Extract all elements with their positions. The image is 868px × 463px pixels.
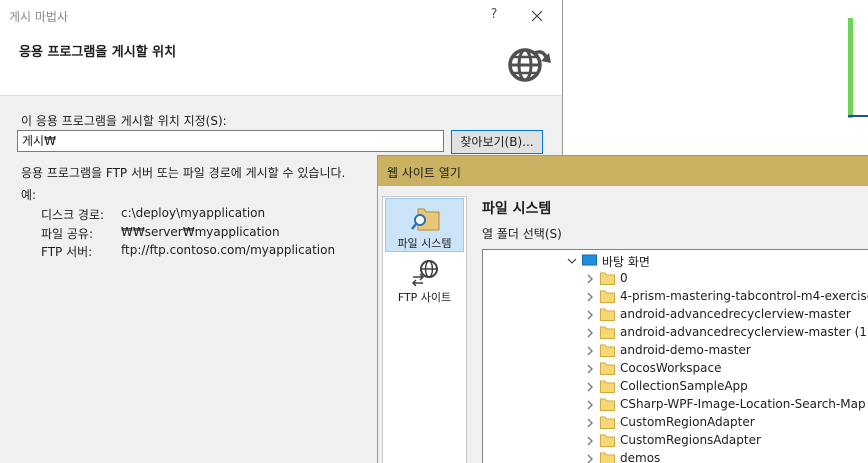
dialog-title: 웹 사이트 열기 [387, 166, 461, 180]
side-item-label: 파일 시스템 [397, 237, 452, 250]
example-value-disk: c:\deploy\myapplication [121, 206, 266, 220]
tree-item-label: 바탕 화면 [602, 255, 650, 269]
side-item-ftp-site[interactable]: FTP 사이트 [385, 253, 464, 307]
chevron-right-icon[interactable] [584, 453, 596, 463]
wizard-title-bar: 게시 마법사 ? [0, 0, 562, 31]
folder-search-icon [410, 205, 442, 233]
wizard-header: 응용 프로그램을 게시할 위치 [0, 31, 562, 96]
chevron-right-icon[interactable] [584, 327, 596, 339]
folder-icon [600, 434, 615, 447]
folder-icon [600, 272, 615, 285]
help-button[interactable]: ? [484, 5, 504, 25]
example-value-share: ₩₩server₩myapplication [121, 225, 280, 239]
tree-item-folder[interactable]: CSharp-WPF-Image-Location-Search-Map [483, 396, 868, 414]
folder-icon [600, 362, 615, 375]
folder-icon [600, 308, 615, 321]
chevron-right-icon[interactable] [584, 417, 596, 429]
tree-item-folder[interactable]: demos [483, 450, 868, 463]
example-label-share: 파일 공유: [41, 227, 94, 241]
tree-item-label: CocosWorkspace [620, 361, 722, 375]
page-title: 응용 프로그램을 게시할 위치 [19, 45, 177, 60]
dialog-title-bar: 웹 사이트 열기 [378, 156, 868, 186]
tree-item-label: CustomRegionsAdapter [620, 433, 761, 447]
folder-icon [600, 344, 615, 357]
tree-item-label: CSharp-WPF-Image-Location-Search-Map [620, 397, 866, 411]
select-folder-label: 열 폴더 선택(S) [482, 227, 562, 241]
tree-item-folder[interactable]: android-advancedrecyclerview-master (1) [483, 324, 868, 342]
target-location-label: 이 응용 프로그램을 게시할 위치 지정(S): [21, 114, 227, 128]
tree-item-label: 4-prism-mastering-tabcontrol-m4-exercise… [620, 289, 868, 303]
side-item-file-system[interactable]: 파일 시스템 [385, 198, 464, 252]
background-blue-line [848, 115, 868, 117]
tree-item-label: CollectionSampleApp [620, 379, 748, 393]
chevron-down-icon[interactable] [566, 255, 578, 267]
tree-root-desktop[interactable]: 바탕 화면 [483, 252, 868, 270]
tree-item-label: android-advancedrecyclerview-master [620, 307, 851, 321]
folder-icon [600, 326, 615, 339]
browse-button[interactable]: 찾아보기(B)... [451, 130, 543, 154]
chevron-right-icon[interactable] [584, 399, 596, 411]
folder-icon [600, 452, 615, 463]
close-icon[interactable] [526, 5, 548, 27]
tree-item-label: android-advancedrecyclerview-master (1) [620, 325, 868, 339]
folder-icon [600, 398, 615, 411]
example-label-ftp: FTP 서버: [41, 245, 93, 259]
folder-icon [600, 290, 615, 303]
tree-item-label: 0 [620, 271, 628, 285]
chevron-right-icon[interactable] [584, 345, 596, 357]
background-green-bar [848, 18, 853, 118]
tree-item-folder[interactable]: android-advancedrecyclerview-master [483, 306, 868, 324]
info-text: 응용 프로그램을 FTP 서버 또는 파일 경로에 게시할 수 있습니다. [21, 166, 346, 180]
example-label-disk: 디스크 경로: [41, 208, 105, 222]
chevron-right-icon[interactable] [584, 381, 596, 393]
tree-item-folder[interactable]: 0 [483, 270, 868, 288]
folder-icon [600, 416, 615, 429]
wizard-title: 게시 마법사 [9, 10, 69, 24]
tree-item-folder[interactable]: CustomRegionAdapter [483, 414, 868, 432]
chevron-right-icon[interactable] [584, 291, 596, 303]
tree-item-label: CustomRegionAdapter [620, 415, 755, 429]
tree-item-folder[interactable]: android-demo-master [483, 342, 868, 360]
folder-tree[interactable]: 바탕 화면 0 4-prism-mastering-tabcontrol-m4-ex… [482, 249, 868, 463]
target-location-input[interactable]: 게시₩ [17, 130, 444, 152]
desktop-icon [582, 254, 597, 267]
chevron-right-icon[interactable] [584, 435, 596, 447]
tree-item-label: android-demo-master [620, 343, 751, 357]
tree-item-folder[interactable]: CocosWorkspace [483, 360, 868, 378]
chevron-right-icon[interactable] [584, 273, 596, 285]
location-side-panel: 파일 시스템 FTP 사이트 [382, 196, 467, 463]
tree-item-folder[interactable]: CollectionSampleApp [483, 378, 868, 396]
tree-item-folder[interactable]: CustomRegionsAdapter [483, 432, 868, 450]
chevron-right-icon[interactable] [584, 363, 596, 375]
file-system-heading: 파일 시스템 [482, 201, 552, 217]
chevron-right-icon[interactable] [584, 309, 596, 321]
example-value-ftp: ftp://ftp.contoso.com/myapplication [121, 243, 336, 257]
side-item-label: FTP 사이트 [397, 291, 452, 304]
examples-label: 예: [21, 188, 37, 202]
tree-item-label: demos [620, 451, 661, 463]
folder-icon [600, 380, 615, 393]
ftp-globe-icon [409, 259, 441, 287]
tree-item-folder[interactable]: 4-prism-mastering-tabcontrol-m4-exercise… [483, 288, 868, 306]
globe-publish-icon [505, 39, 553, 87]
open-web-site-dialog: 웹 사이트 열기 파일 시스템 FTP 사이트 파일 시스템 열 폴더 선택(S… [377, 155, 868, 463]
